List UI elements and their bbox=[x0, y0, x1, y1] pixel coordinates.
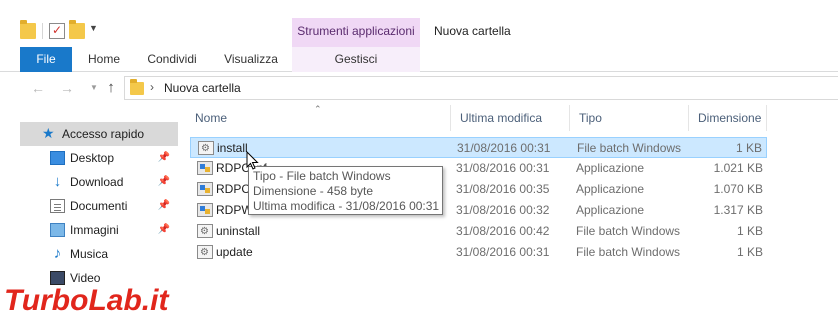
ribbon-tabs: File Home Condividi Visualizza Gestisci bbox=[0, 47, 838, 72]
sidebar-item-download[interactable]: ↓ Download 📌 bbox=[20, 170, 178, 194]
up-arrow-icon[interactable]: ↑ bbox=[102, 79, 120, 97]
application-icon bbox=[197, 203, 213, 217]
file-name: update bbox=[216, 245, 253, 259]
pin-icon[interactable]: 📌 bbox=[158, 194, 170, 218]
tab-view[interactable]: Visualizza bbox=[216, 47, 286, 72]
file-name: install bbox=[217, 141, 248, 155]
back-arrow-icon[interactable]: ← bbox=[29, 79, 47, 97]
tab-file[interactable]: File bbox=[20, 47, 72, 72]
column-header-type[interactable]: Tipo bbox=[570, 105, 689, 131]
pin-icon[interactable]: 📌 bbox=[158, 218, 170, 242]
new-folder-icon[interactable] bbox=[69, 20, 85, 39]
properties-icon[interactable] bbox=[49, 23, 65, 39]
folder-icon bbox=[130, 79, 144, 95]
folder-icon bbox=[20, 20, 36, 39]
file-size: 1 KB bbox=[736, 224, 763, 238]
file-size: 1.317 KB bbox=[713, 203, 763, 217]
toolbar-separator bbox=[42, 23, 43, 39]
file-info-tooltip: Tipo - File batch Windows Dimensione - 4… bbox=[248, 166, 443, 215]
column-header-label: Nome bbox=[195, 111, 228, 125]
tab-share[interactable]: Condividi bbox=[138, 47, 206, 72]
window-title: Nuova cartella bbox=[434, 24, 511, 38]
chevron-right-icon[interactable]: › bbox=[150, 80, 154, 94]
sidebar-item-music[interactable]: ♪ Musica bbox=[20, 242, 178, 266]
title-bar: ▼ Strumenti applicazioni Nuova cartella bbox=[0, 0, 838, 47]
file-size: 1 KB bbox=[735, 141, 762, 155]
sidebar-item-label: Immagini bbox=[70, 223, 119, 237]
sidebar-item-label: Desktop bbox=[70, 151, 115, 165]
forward-arrow-icon[interactable]: → bbox=[58, 79, 76, 97]
file-size: 1.070 KB bbox=[713, 182, 763, 196]
download-icon: ↓ bbox=[53, 173, 62, 190]
sidebar-item-documents[interactable]: Documenti 📌 bbox=[20, 194, 178, 218]
file-type: Applicazione bbox=[576, 182, 645, 196]
file-size: 1 KB bbox=[736, 245, 763, 259]
quick-access-toolbar: ▼ bbox=[20, 20, 105, 42]
file-type: Applicazione bbox=[576, 203, 645, 217]
file-date: 31/08/2016 00:42 bbox=[456, 224, 550, 238]
file-name: uninstall bbox=[216, 224, 261, 238]
table-row[interactable]: uninstall 31/08/2016 00:42 File batch Wi… bbox=[190, 221, 767, 242]
star-icon: ★ bbox=[42, 125, 55, 141]
tooltip-type: Tipo - File batch Windows bbox=[253, 169, 391, 183]
file-type: File batch Windows bbox=[576, 245, 681, 259]
batch-file-icon bbox=[198, 139, 214, 159]
context-tab-label: Strumenti applicazioni bbox=[297, 24, 415, 38]
recent-dropdown-icon[interactable]: ▼ bbox=[85, 79, 103, 97]
svg-text:TurboLab.it: TurboLab.it bbox=[4, 284, 170, 317]
application-icon bbox=[197, 182, 213, 196]
file-date: 31/08/2016 00:31 bbox=[456, 161, 550, 175]
column-header-date[interactable]: Ultima modifica bbox=[451, 105, 570, 131]
desktop-icon bbox=[50, 151, 65, 165]
table-row[interactable]: update 31/08/2016 00:31 File batch Windo… bbox=[190, 242, 767, 263]
sidebar-item-desktop[interactable]: Desktop 📌 bbox=[20, 146, 178, 170]
navigation-bar: ← → ▼ ↑ › Nuova cartella bbox=[0, 72, 838, 105]
sidebar-item-label: Documenti bbox=[70, 199, 128, 213]
pin-icon[interactable]: 📌 bbox=[158, 146, 170, 170]
sidebar-item-label: Musica bbox=[70, 247, 109, 261]
tab-home[interactable]: Home bbox=[80, 47, 128, 72]
file-date: 31/08/2016 00:32 bbox=[456, 203, 550, 217]
table-row[interactable]: install 31/08/2016 00:31 File batch Wind… bbox=[190, 137, 767, 159]
turbolab-watermark: TurboLab.it bbox=[0, 280, 210, 318]
music-icon: ♪ bbox=[53, 245, 62, 262]
tooltip-size: Dimensione - 458 byte bbox=[253, 184, 374, 198]
watermark-part2: Lab.it bbox=[88, 284, 170, 317]
column-header-size[interactable]: Dimensione bbox=[689, 105, 767, 131]
file-type: Applicazione bbox=[576, 161, 645, 175]
context-tab-header: Strumenti applicazioni bbox=[292, 18, 420, 47]
sidebar-item-pictures[interactable]: Immagini 📌 bbox=[20, 218, 178, 242]
sidebar-item-quick-access[interactable]: ★ Accesso rapido bbox=[20, 122, 178, 146]
file-type: File batch Windows bbox=[576, 224, 681, 238]
file-type: File batch Windows bbox=[577, 141, 682, 155]
file-date: 31/08/2016 00:31 bbox=[456, 245, 550, 259]
pictures-icon bbox=[50, 223, 65, 237]
sidebar-item-label: Download bbox=[70, 175, 124, 189]
batch-file-icon bbox=[197, 222, 213, 242]
sort-ascending-icon: ⌃ bbox=[314, 104, 322, 114]
file-date: 31/08/2016 00:31 bbox=[457, 141, 551, 155]
customize-qat-icon[interactable]: ▼ bbox=[89, 23, 105, 39]
application-icon bbox=[197, 161, 213, 175]
batch-file-icon bbox=[197, 243, 213, 263]
tooltip-modified: Ultima modifica - 31/08/2016 00:31 bbox=[253, 199, 440, 213]
column-header-name[interactable]: ⌃ Nome bbox=[186, 104, 451, 131]
file-date: 31/08/2016 00:35 bbox=[456, 182, 550, 196]
watermark-part1: Turbo bbox=[4, 284, 88, 317]
address-bar[interactable]: › Nuova cartella bbox=[124, 76, 838, 100]
file-size: 1.021 KB bbox=[713, 161, 763, 175]
sidebar-item-label: Accesso rapido bbox=[62, 127, 145, 141]
pin-icon[interactable]: 📌 bbox=[158, 170, 170, 194]
documents-icon bbox=[50, 199, 65, 213]
tab-manage[interactable]: Gestisci bbox=[292, 47, 420, 72]
breadcrumb[interactable]: Nuova cartella bbox=[164, 81, 241, 95]
